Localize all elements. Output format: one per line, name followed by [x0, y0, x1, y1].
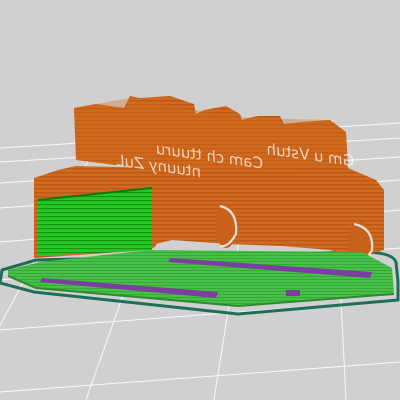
- green-window: [37, 187, 153, 256]
- slot-small: [286, 290, 300, 296]
- print-scene[interactable]: Gm u Vstuh Cam ch ttuuru ntuuny ZuL: [0, 0, 400, 400]
- viewport-3d[interactable]: Gm u Vstuh Cam ch ttuuru ntuuny ZuL: [0, 0, 400, 400]
- body-boss-left: [215, 204, 237, 248]
